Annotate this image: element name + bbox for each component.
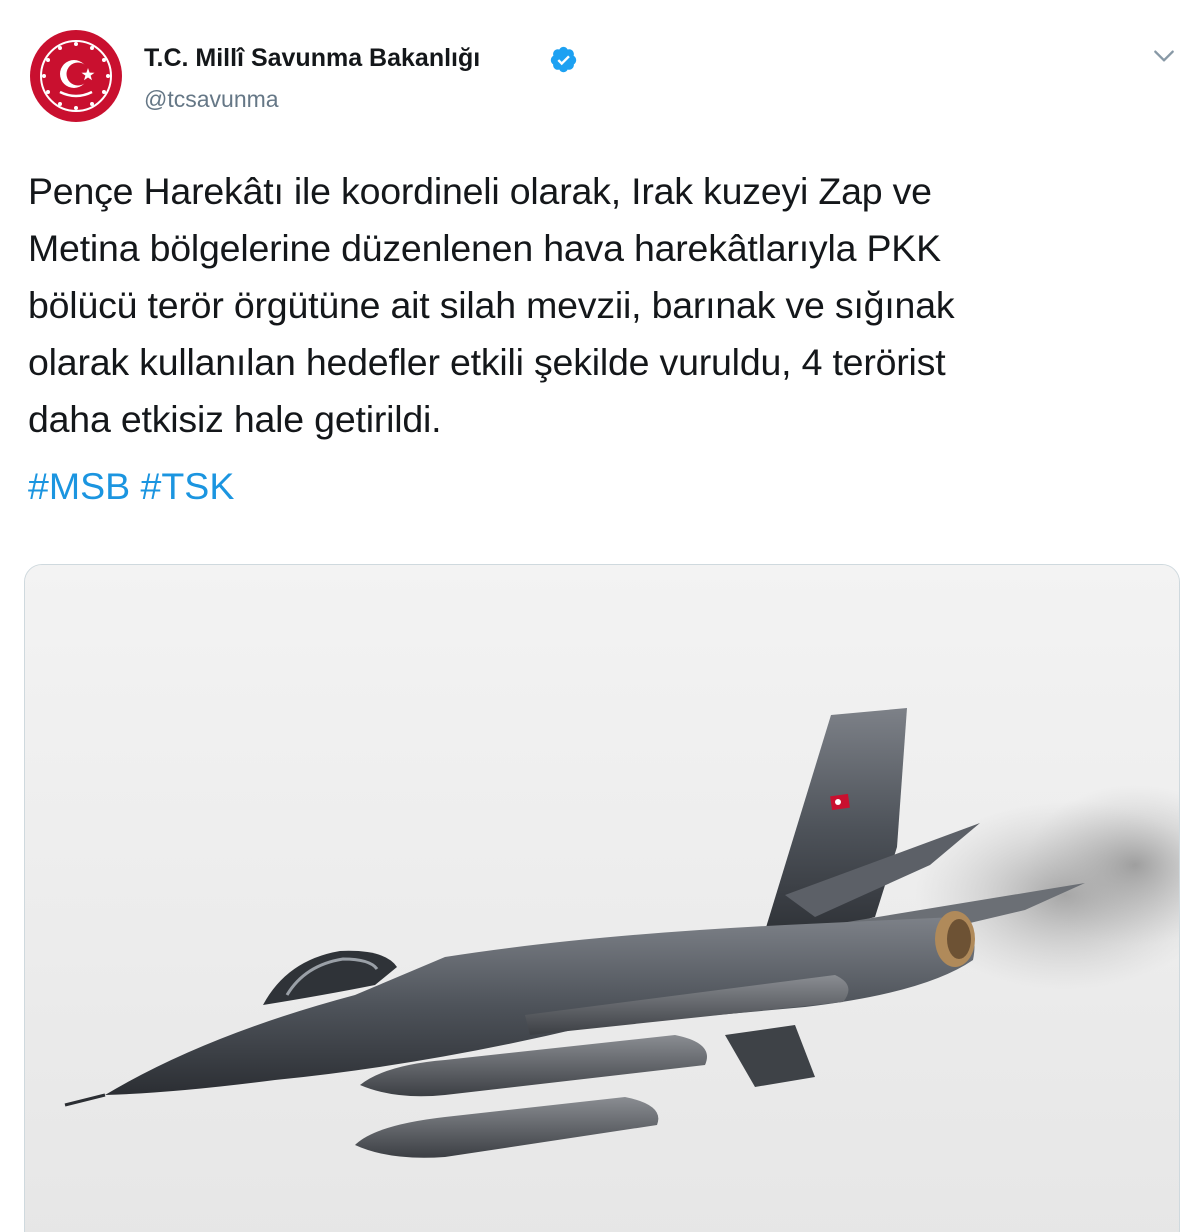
fighter-jet-photo (25, 565, 1179, 1232)
tweet-text-line: bölücü terör örgütüne ait silah mevzii, … (28, 284, 955, 326)
tweet-card: T.C. Millî Savunma Bakanlığı @tcsavunma … (0, 0, 1200, 1232)
author-display-name[interactable]: T.C. Millî Savunma Bakanlığı (144, 44, 480, 73)
tweet-text-line: Metina bölgelerine düzenlenen hava harek… (28, 227, 941, 269)
msb-emblem-icon (32, 32, 120, 120)
hashtag-msb[interactable]: #MSB (28, 465, 130, 507)
tweet-text-line: Pençe Harekâtı ile koordineli olarak, Ir… (28, 170, 932, 212)
avatar[interactable] (30, 30, 122, 122)
tweet-media-photo[interactable] (24, 564, 1180, 1232)
tweet-text-line: olarak kullanılan hedefler etkili şekild… (28, 341, 946, 383)
verified-badge-icon (550, 46, 577, 73)
tweet-text-line: daha etkisiz hale getirildi. (28, 398, 442, 440)
hashtag-row: #MSB #TSK (28, 458, 234, 515)
chevron-down-icon[interactable] (1151, 43, 1177, 69)
tweet-text: Pençe Harekâtı ile koordineli olarak, Ir… (28, 163, 1178, 448)
hashtag-tsk[interactable]: #TSK (141, 465, 235, 507)
author-handle[interactable]: @tcsavunma (144, 86, 279, 113)
